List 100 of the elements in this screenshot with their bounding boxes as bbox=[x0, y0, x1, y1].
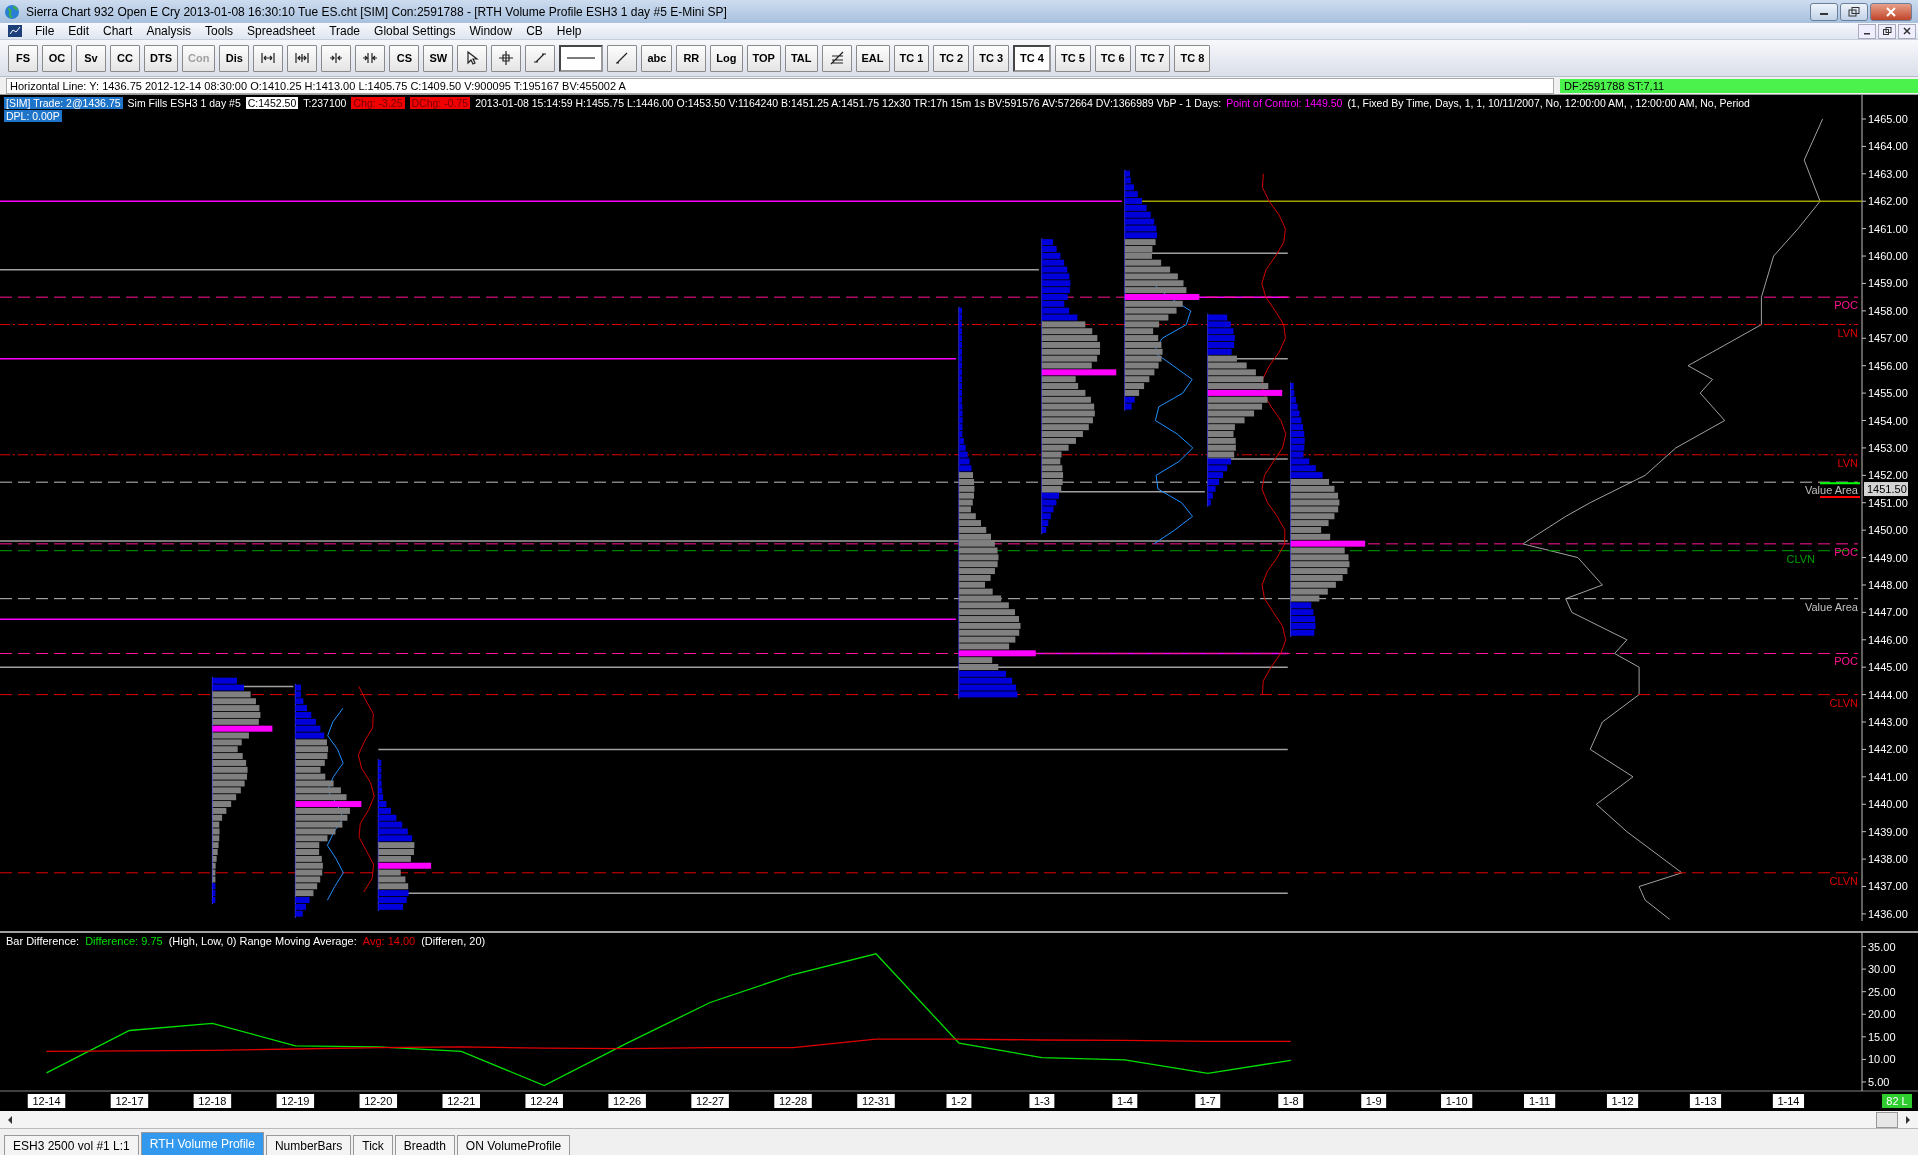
price-label: 1453.00 bbox=[1868, 441, 1908, 454]
date-label: 1-9 bbox=[1361, 1094, 1387, 1108]
toolbar-button[interactable]: TOP bbox=[746, 44, 781, 72]
status-field: DF:2591788 ST:7,11 bbox=[1560, 78, 1918, 93]
date-label: 12-27 bbox=[691, 1094, 729, 1108]
chart-status-text: Point of Control: 1449.50 bbox=[1226, 96, 1343, 109]
price-label: 1445.00 bbox=[1868, 661, 1908, 674]
restore-button[interactable] bbox=[1840, 2, 1868, 21]
tool-icon[interactable] bbox=[457, 44, 488, 72]
chart-tab[interactable]: Tick bbox=[353, 1135, 393, 1155]
study-legend-text: (Differen, 20) bbox=[421, 935, 486, 947]
price-label: 1446.00 bbox=[1868, 633, 1908, 646]
drawing-info-field: Horizontal Line: Y: 1436.75 2012-12-14 08:30:00 O:1410.25 H:1413.00 L:1405.75 C:1409.50 V:900095 T:195167 BV:455002 A bbox=[6, 77, 1554, 94]
chart-status-text: T:237100 bbox=[303, 96, 347, 109]
toolbar-button[interactable]: CC bbox=[110, 44, 140, 72]
toolbar-button[interactable]: Log bbox=[710, 44, 743, 72]
axis-label: 35.00 bbox=[1868, 940, 1896, 953]
toolbar-button[interactable]: FS bbox=[8, 44, 38, 72]
x-tick-label: 1-14 bbox=[1777, 1095, 1800, 1107]
menu-item[interactable]: Global Settings bbox=[367, 24, 463, 38]
restore-button[interactable] bbox=[1878, 23, 1896, 39]
level-label: LVN bbox=[1837, 456, 1858, 469]
study-legend-text: (High, Low, 0) Range Moving Average: bbox=[168, 935, 357, 947]
axis-label: 15.00 bbox=[1868, 1030, 1896, 1043]
toolbar-button[interactable]: TC 8 bbox=[1174, 44, 1211, 72]
date-label: 12-24 bbox=[525, 1094, 563, 1108]
chart-tab[interactable]: Breadth bbox=[394, 1135, 455, 1155]
toolbar-button[interactable]: TC 5 bbox=[1054, 44, 1091, 72]
toolbar-button[interactable]: Dis bbox=[219, 44, 250, 72]
price-label: 1437.00 bbox=[1868, 880, 1908, 893]
restore-icon bbox=[1848, 6, 1860, 17]
menu-item[interactable]: Tools bbox=[198, 24, 241, 38]
price-label: 1454.00 bbox=[1868, 414, 1908, 427]
toolbar-button[interactable]: abc bbox=[641, 44, 673, 72]
chart-tab[interactable]: ON VolumeProfile bbox=[456, 1135, 571, 1155]
toolbar-button[interactable]: TC 6 bbox=[1094, 44, 1131, 72]
close-button[interactable] bbox=[1898, 23, 1916, 39]
toolbar-button[interactable]: TC 1 bbox=[893, 44, 930, 72]
menu-item[interactable]: Analysis bbox=[139, 24, 199, 38]
price-label: 1438.00 bbox=[1868, 853, 1908, 866]
scroll-thumb[interactable] bbox=[1876, 1111, 1898, 1128]
toolbar-button[interactable]: TC 2 bbox=[933, 44, 970, 72]
price-label: 1448.00 bbox=[1868, 578, 1908, 591]
menu-item[interactable]: Help bbox=[549, 24, 589, 38]
price-label: 1442.00 bbox=[1868, 743, 1908, 756]
menu-item[interactable]: Trade bbox=[322, 24, 368, 38]
price-label: 1449.00 bbox=[1868, 551, 1908, 564]
level-label: CLVN bbox=[1786, 552, 1815, 565]
level-label: POC bbox=[1834, 545, 1858, 558]
date-label: 12-31 bbox=[857, 1094, 895, 1108]
price-label: 1439.00 bbox=[1868, 825, 1908, 838]
menu-item[interactable]: Chart bbox=[96, 24, 140, 38]
toolbar-button[interactable]: CS bbox=[389, 44, 420, 72]
menu-item[interactable]: Edit bbox=[61, 24, 97, 38]
price-label: 1464.00 bbox=[1868, 140, 1908, 153]
date-label: 1-10 bbox=[1441, 1094, 1473, 1108]
date-label: 1-14 bbox=[1772, 1094, 1805, 1108]
level-label: LVN bbox=[1837, 326, 1858, 339]
scroll-right-icon[interactable] bbox=[1904, 1114, 1912, 1125]
close-icon bbox=[1886, 6, 1896, 17]
toolbar-button[interactable]: EAL bbox=[855, 44, 890, 72]
price-label: 1444.00 bbox=[1868, 688, 1908, 701]
toolbar-button[interactable]: OC bbox=[42, 44, 72, 72]
chart-status-text: (1, Fixed By Time, Days, 1, 1, 10/11/2007, No, 12:00:00 AM, , 12:00:00 AM, No, Period bbox=[1347, 96, 1750, 109]
toolbar-button[interactable]: TC 3 bbox=[973, 44, 1010, 72]
x-tick-label: 1-7 bbox=[1199, 1095, 1216, 1107]
x-tick-label: 12-28 bbox=[778, 1095, 808, 1107]
tool-icon[interactable] bbox=[491, 44, 522, 72]
toolbar-button[interactable]: TC 4 bbox=[1013, 44, 1051, 72]
menu-item[interactable]: File bbox=[28, 24, 62, 38]
scroll-left-icon[interactable] bbox=[6, 1114, 14, 1125]
x-tick-label: 1-8 bbox=[1282, 1095, 1299, 1107]
axis-label: 20.00 bbox=[1868, 1008, 1896, 1021]
price-label: 1461.00 bbox=[1868, 222, 1908, 235]
menu-item[interactable]: CB bbox=[519, 24, 550, 38]
tool-icon[interactable] bbox=[559, 44, 604, 72]
toolbar-button[interactable]: RR bbox=[676, 44, 707, 72]
x-tick-label: 1-11 bbox=[1529, 1095, 1551, 1107]
study-legend-text: Avg: 14.00 bbox=[362, 935, 416, 947]
price-label: 1460.00 bbox=[1868, 250, 1908, 263]
horizontal-scrollbar[interactable] bbox=[0, 1111, 1918, 1129]
x-tick-label: 12-24 bbox=[530, 1095, 559, 1107]
toolbar-button[interactable]: TC 7 bbox=[1134, 44, 1171, 72]
restore-icon bbox=[1882, 26, 1892, 36]
menu-item[interactable]: Window bbox=[462, 24, 520, 38]
date-label: 1-11 bbox=[1524, 1094, 1556, 1108]
toolbar-button[interactable]: DTS bbox=[144, 44, 178, 72]
menu-item[interactable]: Spreadsheet bbox=[240, 24, 323, 38]
chart-tab[interactable]: NumberBars bbox=[265, 1135, 352, 1155]
x-tick-label: 12-20 bbox=[364, 1095, 393, 1107]
toolbar-button[interactable]: TAL bbox=[784, 44, 818, 72]
minimize-button[interactable] bbox=[1810, 2, 1838, 21]
study-legend-text: Difference: 9.75 bbox=[85, 935, 163, 947]
close-icon bbox=[1903, 27, 1911, 35]
date-label: 12-18 bbox=[193, 1094, 232, 1108]
globe-icon bbox=[4, 3, 20, 20]
chart-tab[interactable]: ESH3 2500 vol #1 L:1 bbox=[4, 1135, 139, 1155]
toolbar-button[interactable]: SW bbox=[423, 44, 454, 72]
toolbar-button[interactable]: Sv bbox=[76, 44, 106, 72]
price-label: 1456.00 bbox=[1868, 359, 1908, 372]
